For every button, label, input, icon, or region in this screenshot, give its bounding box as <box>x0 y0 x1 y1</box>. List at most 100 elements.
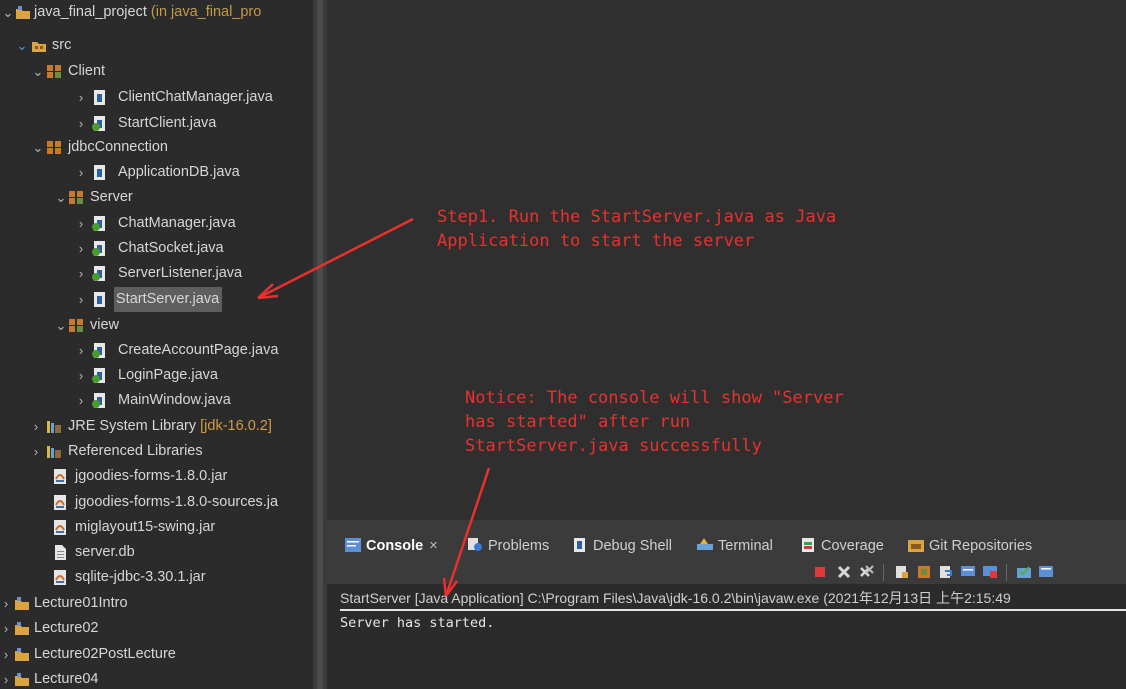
file-label: ApplicationDB.java <box>118 164 240 180</box>
tree-item-package-server[interactable]: ⌄ Server <box>0 185 313 210</box>
tree-item-file[interactable]: › MainWindow.java <box>0 388 313 413</box>
db-file-label: server.db <box>75 544 135 560</box>
annotation-step1: Step1. Run the StartServer.java as Java … <box>437 207 837 251</box>
project-label: Lecture01Intro <box>34 595 128 611</box>
chevron-down-icon[interactable]: ⌄ <box>32 135 44 160</box>
tree-item-file[interactable]: › StartClient.java <box>0 111 313 136</box>
chevron-right-icon[interactable]: › <box>75 261 87 286</box>
tree-item-file[interactable]: › ApplicationDB.java <box>0 160 313 185</box>
tree-item-project[interactable]: › Lecture02 <box>0 616 313 641</box>
tab-coverage[interactable]: Coverage <box>800 534 884 558</box>
chevron-right-icon[interactable]: › <box>75 236 87 261</box>
chevron-down-icon[interactable]: ⌄ <box>2 0 14 25</box>
file-label: StartClient.java <box>118 115 217 131</box>
tree-item-project[interactable]: ⌄ java_final_project (in java_final_pro <box>0 0 313 25</box>
tree-item-package-jdbc[interactable]: ⌄ jdbcConnection <box>0 135 313 160</box>
tree-item-project[interactable]: › Lecture01Intro <box>0 591 313 616</box>
chevron-down-icon[interactable]: ⌄ <box>55 185 67 210</box>
file-label: MainWindow.java <box>118 392 231 408</box>
tree-item-referenced-libraries[interactable]: › Referenced Libraries <box>0 439 313 464</box>
tab-terminal[interactable]: Terminal <box>697 534 773 558</box>
tree-item-package-view[interactable]: ⌄ view <box>0 313 313 338</box>
show-console-error-icon[interactable] <box>983 565 997 579</box>
word-wrap-icon[interactable] <box>939 565 953 579</box>
remove-launch-icon[interactable] <box>837 565 851 579</box>
chevron-right-icon[interactable]: › <box>75 211 87 236</box>
annotation-notice: Notice: The console will show "Server ha… <box>465 388 844 456</box>
chevron-right-icon[interactable]: › <box>0 642 12 667</box>
referenced-libraries-label: Referenced Libraries <box>68 443 203 459</box>
java-main-file-icon <box>92 368 105 383</box>
tree-item-jar[interactable]: sqlite-jdbc-3.30.1.jar <box>0 565 313 590</box>
jar-label: sqlite-jdbc-3.30.1.jar <box>75 569 206 585</box>
chevron-right-icon[interactable]: › <box>0 667 12 689</box>
chevron-right-icon[interactable]: › <box>30 414 42 439</box>
java-main-file-icon <box>92 216 105 231</box>
chevron-down-icon[interactable]: ⌄ <box>55 313 67 338</box>
package-label: jdbcConnection <box>68 139 168 155</box>
java-file-icon <box>94 90 105 105</box>
package-icon <box>69 319 83 332</box>
chevron-right-icon[interactable]: › <box>0 591 12 616</box>
display-selected-console-icon[interactable] <box>1039 565 1053 579</box>
tree-item-file[interactable]: › ChatManager.java <box>0 211 313 236</box>
tree-item-jar[interactable]: miglayout15-swing.jar <box>0 515 313 540</box>
tree-item-file[interactable]: › ServerListener.java <box>0 261 313 286</box>
pin-console-icon[interactable] <box>1017 565 1031 579</box>
tab-git-repositories[interactable]: Git Repositories <box>908 534 1032 558</box>
tree-item-file[interactable]: › LoginPage.java <box>0 363 313 388</box>
chevron-down-icon[interactable]: ⌄ <box>32 59 44 84</box>
file-label: ClientChatManager.java <box>118 89 273 105</box>
tab-debug-shell[interactable]: Debug Shell <box>572 534 672 558</box>
tab-label: Debug Shell <box>593 538 672 554</box>
chevron-right-icon[interactable]: › <box>75 85 87 110</box>
tree-item-project[interactable]: › Lecture02PostLecture <box>0 642 313 667</box>
chevron-right-icon[interactable]: › <box>75 111 87 136</box>
file-label: ChatManager.java <box>118 215 236 231</box>
tree-item-db-file[interactable]: server.db <box>0 540 313 565</box>
chevron-right-icon[interactable]: › <box>75 388 87 413</box>
project-path-suffix: (in java_final_pro <box>146 4 262 20</box>
file-label: StartServer.java <box>114 287 223 312</box>
chevron-right-icon[interactable]: › <box>75 338 87 363</box>
tree-item-file[interactable]: › ClientChatManager.java <box>0 85 313 110</box>
tab-problems[interactable]: Problems <box>467 534 549 558</box>
file-label: ServerListener.java <box>118 265 243 281</box>
package-label: Server <box>90 189 133 205</box>
library-icon <box>47 446 61 458</box>
tree-item-file[interactable]: › ChatSocket.java <box>0 236 313 261</box>
terminate-icon[interactable] <box>813 565 827 579</box>
chevron-right-icon[interactable]: › <box>75 287 87 312</box>
tree-item-file-selected[interactable]: › StartServer.java <box>0 287 313 312</box>
chevron-right-icon[interactable]: › <box>75 160 87 185</box>
remove-all-terminated-icon[interactable] <box>860 565 874 579</box>
chevron-right-icon[interactable]: › <box>75 363 87 388</box>
tree-item-jre-library[interactable]: › JRE System Library [jdk-16.0.2] <box>0 414 313 439</box>
tree-item-project[interactable]: › Lecture04 <box>0 667 313 689</box>
view-splitter[interactable] <box>313 0 327 689</box>
tree-item-jar[interactable]: jgoodies-forms-1.8.0-sources.ja <box>0 490 313 515</box>
scroll-lock-icon[interactable] <box>917 565 931 579</box>
tab-label: Git Repositories <box>929 538 1033 554</box>
tree-item-file[interactable]: › CreateAccountPage.java <box>0 338 313 363</box>
package-label: Client <box>68 63 106 79</box>
jar-icon <box>54 570 66 585</box>
clear-console-icon[interactable] <box>895 565 909 579</box>
file-icon <box>55 545 66 560</box>
chevron-right-icon[interactable]: › <box>30 439 42 464</box>
project-folder-icon <box>15 622 29 635</box>
tree-item-jar[interactable]: jgoodies-forms-1.8.0.jar <box>0 464 313 489</box>
tab-console[interactable]: Console × <box>345 534 438 558</box>
chevron-down-icon[interactable]: ⌄ <box>16 33 28 58</box>
package-label: view <box>90 317 120 333</box>
tree-item-package-client[interactable]: ⌄ Client <box>0 59 313 84</box>
java-file-icon <box>94 165 105 180</box>
jar-icon <box>54 520 66 535</box>
close-icon[interactable]: × <box>429 538 437 554</box>
project-label: Lecture02PostLecture <box>34 646 176 662</box>
chevron-right-icon[interactable]: › <box>0 616 12 641</box>
show-console-output-icon[interactable] <box>961 565 975 579</box>
package-icon <box>69 191 83 204</box>
tree-item-src[interactable]: ⌄ src <box>0 33 313 58</box>
package-icon <box>47 141 61 154</box>
